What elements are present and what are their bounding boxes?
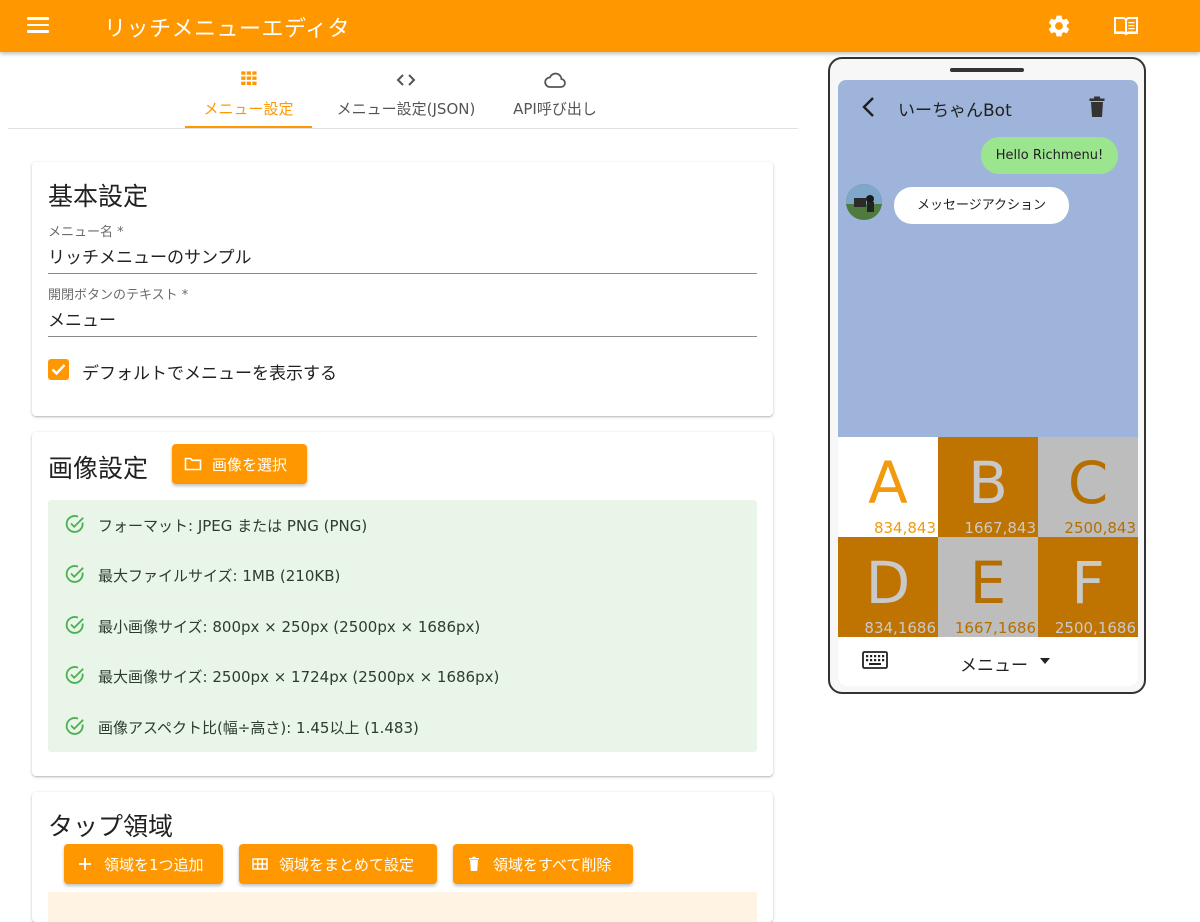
tap-area-list-strip: [48, 892, 757, 922]
tab-api-call[interactable]: API呼び出し: [502, 62, 608, 128]
gear-icon[interactable]: [1046, 13, 1072, 39]
requirement-text: 最大画像サイズ: 2500px × 1724px (2500px × 1686p…: [98, 668, 500, 686]
select-image-button[interactable]: 画像を選択: [172, 444, 307, 484]
folder-icon: [184, 457, 202, 471]
cell-letter: F: [1071, 549, 1105, 617]
cloud-icon: [544, 72, 566, 88]
cell-coordinate: 1667,843: [964, 519, 1036, 537]
button-label: 領域をまとめて設定: [279, 856, 415, 874]
tab-label: メニュー設定: [203, 100, 294, 118]
tab-menu-settings-json[interactable]: メニュー設定(JSON): [326, 62, 486, 128]
tap-area-card: タップ領域 領域を1つ追加 領域をまとめて設定 領域をすべて削除: [32, 792, 773, 922]
cell-coordinate: 1667,1686: [954, 619, 1036, 637]
basic-settings-card: 基本設定 メニュー名 * リッチメニューのサンプル 開閉ボタンのテキスト * メ…: [32, 162, 773, 416]
add-area-button[interactable]: 領域を1つ追加: [64, 844, 223, 884]
requirement-text: 最小画像サイズ: 800px × 250px (2500px × 1686px): [98, 618, 481, 636]
rich-menu-preview: A 834,843 B 1667,843 C 2500,843 D 834,16…: [838, 437, 1138, 637]
cell-letter: C: [1067, 449, 1109, 517]
phone-preview: いーちゃんBot Hello Richmenu! メッセージアクション A 83…: [828, 57, 1146, 694]
bot-avatar: [846, 184, 882, 220]
rich-menu-cell-b[interactable]: B 1667,843: [938, 437, 1038, 537]
requirement-text: 画像アスペクト比(幅÷高さ): 1.45以上 (1.483): [98, 719, 419, 737]
tab-bar: メニュー設定 メニュー設定(JSON) API呼び出し: [8, 62, 798, 129]
received-message-bubble: メッセージアクション: [894, 187, 1069, 224]
section-heading: 画像設定: [48, 454, 149, 483]
cell-coordinate: 834,843: [873, 519, 936, 537]
chat-bar-text-input[interactable]: メニュー: [48, 306, 757, 336]
bulk-set-areas-button[interactable]: 領域をまとめて設定: [239, 844, 437, 884]
cell-letter: D: [865, 549, 911, 617]
delete-all-areas-button[interactable]: 領域をすべて削除: [453, 844, 633, 884]
check-circle-icon: [65, 515, 84, 533]
app-title: リッチメニューエディタ: [104, 17, 350, 42]
rich-menu-cell-a[interactable]: A 834,843: [838, 437, 938, 537]
grid-icon: [240, 71, 257, 85]
rich-menu-cell-f[interactable]: F 2500,1686: [1038, 537, 1138, 637]
rich-menu-bar: メニュー: [838, 637, 1138, 686]
menu-name-input[interactable]: リッチメニューのサンプル: [48, 243, 757, 273]
tab-label: メニュー設定(JSON): [336, 100, 476, 118]
field-label: メニュー名 *: [48, 225, 124, 240]
cell-coordinate: 834,1686: [864, 619, 936, 637]
rich-menu-cell-e[interactable]: E 1667,1686: [938, 537, 1038, 637]
section-heading: 基本設定: [48, 182, 149, 211]
keyboard-icon[interactable]: [862, 649, 888, 671]
check-circle-icon: [65, 616, 84, 634]
default-show-checkbox[interactable]: [48, 359, 69, 380]
rich-menu-cell-c[interactable]: C 2500,843: [1038, 437, 1138, 537]
field-label: 開閉ボタンのテキスト *: [48, 288, 189, 303]
chat-bar-text-field[interactable]: 開閉ボタンのテキスト * メニュー: [48, 284, 757, 337]
phone-speaker: [950, 68, 1024, 72]
menu-toggle-label[interactable]: メニュー: [960, 651, 1028, 676]
checkbox-label: デフォルトでメニューを表示する: [82, 364, 337, 384]
cell-coordinate: 2500,843: [1064, 519, 1136, 537]
check-circle-icon: [65, 717, 84, 735]
image-settings-card: 画像設定 画像を選択 フォーマット: JPEG または PNG (PNG) 最大…: [32, 432, 773, 776]
caret-down-icon[interactable]: [1040, 658, 1050, 664]
button-label: 領域を1つ追加: [104, 856, 204, 874]
button-label: 画像を選択: [212, 456, 288, 474]
grid-table-icon: [252, 858, 268, 870]
chat-header: いーちゃんBot: [838, 80, 1138, 134]
avatar-image: [846, 184, 882, 220]
cell-letter: E: [969, 549, 1007, 617]
image-requirements-list: フォーマット: JPEG または PNG (PNG) 最大ファイルサイズ: 1M…: [48, 500, 757, 752]
requirement-text: フォーマット: JPEG または PNG (PNG): [98, 517, 368, 535]
cell-coordinate: 2500,1686: [1054, 619, 1136, 637]
chat-screen: いーちゃんBot Hello Richmenu! メッセージアクション A 83…: [838, 80, 1138, 686]
code-icon: [396, 74, 416, 86]
requirement-text: 最大ファイルサイズ: 1MB (210KB): [98, 567, 341, 585]
chevron-left-icon[interactable]: [858, 95, 880, 119]
section-heading: タップ領域: [48, 812, 174, 841]
check-circle-icon: [65, 666, 84, 684]
menu-name-field[interactable]: メニュー名 * リッチメニューのサンプル: [48, 221, 757, 274]
check-circle-icon: [65, 565, 84, 583]
checkmark-icon: [51, 364, 66, 376]
sent-message-bubble: Hello Richmenu!: [981, 137, 1118, 174]
trash-icon: [469, 856, 479, 871]
button-label: 領域をすべて削除: [493, 856, 612, 874]
rich-menu-cell-d[interactable]: D 834,1686: [838, 537, 938, 637]
trash-icon[interactable]: [1086, 95, 1108, 119]
cell-letter: B: [968, 449, 1008, 517]
tab-label: API呼び出し: [513, 100, 597, 118]
bot-name: いーちゃんBot: [898, 101, 1012, 121]
book-icon[interactable]: [1112, 13, 1140, 39]
app-bar: リッチメニューエディタ: [0, 0, 1200, 52]
hamburger-menu-button[interactable]: [22, 13, 54, 39]
tab-menu-settings[interactable]: メニュー設定: [185, 62, 312, 128]
cell-letter: A: [868, 449, 908, 517]
plus-icon: [79, 858, 91, 870]
